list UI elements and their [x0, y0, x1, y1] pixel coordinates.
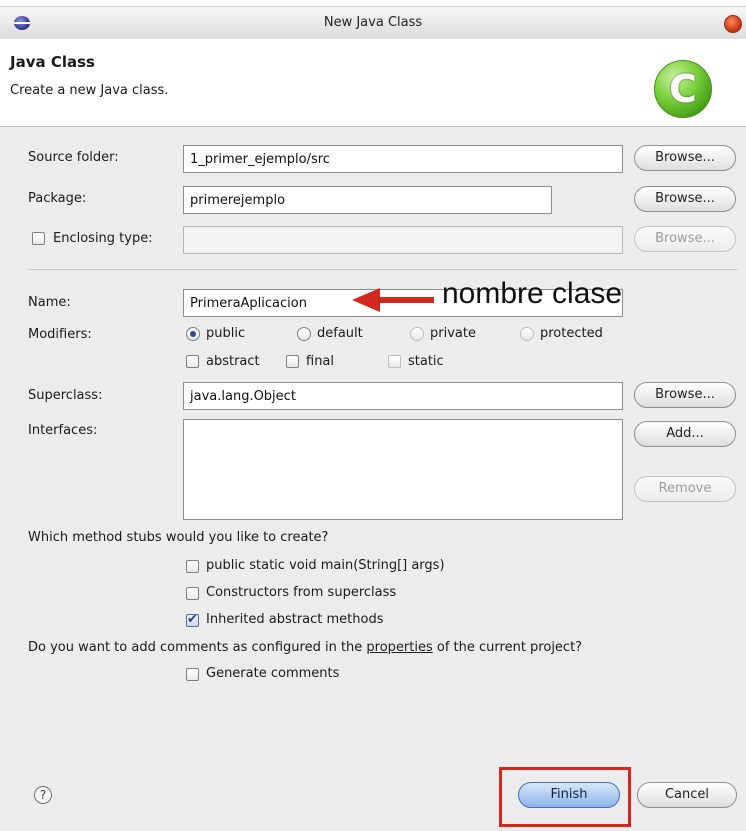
- annotation-text: nombre clase: [442, 277, 623, 310]
- annotation-arrow-icon: [352, 288, 434, 312]
- separator: [28, 269, 738, 270]
- static-label: static: [408, 354, 444, 369]
- modifier-public-radio[interactable]: [186, 327, 200, 341]
- modifier-private-radio[interactable]: [410, 327, 424, 341]
- modifier-protected-label: protected: [540, 326, 603, 341]
- modifier-default-label: default: [317, 326, 363, 341]
- package-label: Package:: [28, 191, 87, 206]
- comments-question-tail: of the current project?: [432, 640, 583, 655]
- source-folder-input[interactable]: 1_primer_ejemplo/src: [183, 145, 623, 173]
- name-label: Name:: [28, 295, 71, 310]
- constructors-checkbox[interactable]: [186, 587, 199, 600]
- page-title: Java Class: [10, 53, 95, 71]
- interfaces-label: Interfaces:: [28, 423, 98, 438]
- finish-button[interactable]: Finish: [518, 782, 620, 808]
- title-bar: New Java Class: [0, 6, 746, 40]
- main-method-label: public static void main(String[] args): [206, 558, 445, 573]
- modifier-protected-radio[interactable]: [520, 327, 534, 341]
- modifier-private-label: private: [430, 326, 476, 341]
- page-description: Create a new Java class.: [10, 83, 169, 98]
- comments-question: Do you want to add comments as configure…: [28, 640, 582, 655]
- interfaces-remove-button[interactable]: Remove: [634, 476, 736, 502]
- source-folder-browse-button[interactable]: Browse...: [634, 145, 736, 171]
- interfaces-add-button[interactable]: Add...: [634, 421, 736, 447]
- abstract-checkbox[interactable]: [186, 355, 199, 368]
- static-checkbox[interactable]: [388, 355, 401, 368]
- help-icon[interactable]: ?: [34, 786, 52, 804]
- abstract-label: abstract: [206, 354, 260, 369]
- enclosing-type-input[interactable]: [183, 226, 623, 254]
- constructors-label: Constructors from superclass: [206, 585, 397, 600]
- source-folder-label: Source folder:: [28, 150, 119, 165]
- enclosing-type-label: Enclosing type:: [53, 231, 153, 246]
- final-label: final: [306, 354, 335, 369]
- modifiers-label: Modifiers:: [28, 327, 92, 342]
- superclass-input[interactable]: java.lang.Object: [183, 382, 623, 410]
- package-browse-button[interactable]: Browse...: [634, 186, 736, 212]
- enclosing-type-checkbox[interactable]: [32, 232, 45, 245]
- java-class-icon: C: [654, 60, 712, 118]
- close-button[interactable]: [724, 15, 742, 33]
- inherited-abstract-label: Inherited abstract methods: [206, 612, 384, 627]
- generate-comments-checkbox[interactable]: [186, 668, 199, 681]
- window-title: New Java Class: [323, 15, 423, 30]
- inherited-abstract-checkbox[interactable]: [186, 612, 199, 627]
- final-checkbox[interactable]: [286, 355, 299, 368]
- superclass-label: Superclass:: [28, 388, 103, 403]
- superclass-browse-button[interactable]: Browse...: [634, 382, 736, 408]
- package-input[interactable]: primerejemplo: [183, 186, 552, 214]
- properties-link[interactable]: properties: [366, 640, 432, 655]
- generate-comments-label: Generate comments: [206, 666, 340, 681]
- cancel-button[interactable]: Cancel: [637, 782, 737, 808]
- enclosing-type-browse-button[interactable]: Browse...: [634, 226, 736, 252]
- modifier-default-radio[interactable]: [297, 327, 311, 341]
- modifier-public-label: public: [206, 326, 246, 341]
- method-stubs-question: Which method stubs would you like to cre…: [28, 530, 329, 545]
- comments-question-text: Do you want to add comments as configure…: [28, 640, 367, 655]
- main-method-checkbox[interactable]: [186, 560, 199, 573]
- interfaces-list[interactable]: [183, 419, 623, 520]
